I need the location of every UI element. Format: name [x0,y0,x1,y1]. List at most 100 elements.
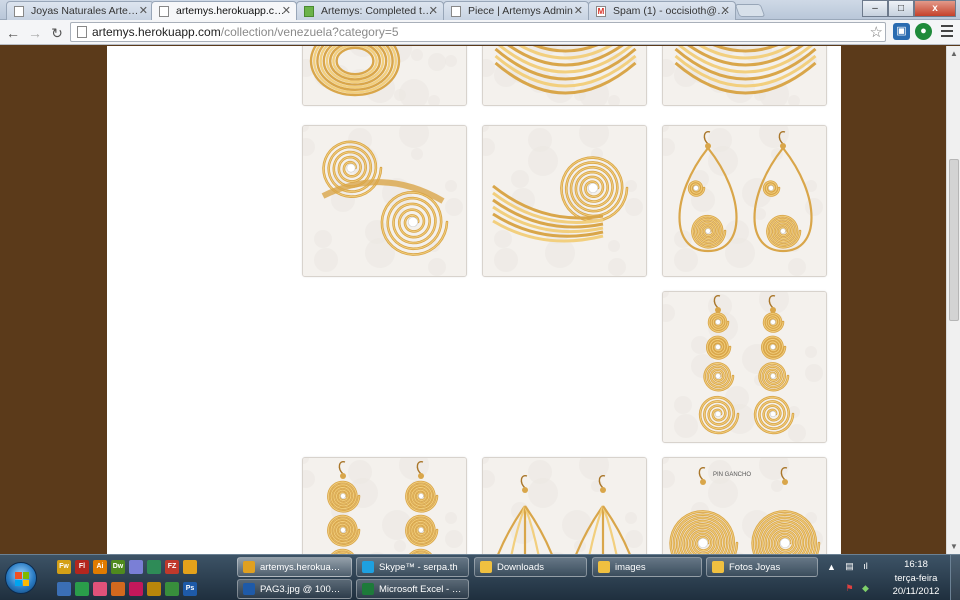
close-tab-icon[interactable]: ✕ [139,4,148,17]
taskbar-window-title: Microsoft Excel - Rel... [379,584,462,595]
jewelry-thumbnail[interactable] [482,125,647,277]
scrollbar-thumb[interactable] [949,159,959,321]
reload-icon[interactable]: ↻ [48,24,66,42]
clock-date: 20/11/2012 [892,586,940,597]
page-icon [14,6,24,17]
tab-title: artemys.herokuapp.com/c [176,5,290,17]
close-tab-icon[interactable]: ✕ [574,4,583,17]
signal-bars-icon[interactable]: ıl [860,561,871,572]
quick-launch-app-icon[interactable]: Dw [111,560,125,574]
page-viewport: PIN GANCHO [0,46,946,554]
close-tab-icon[interactable]: ✕ [282,4,291,17]
window-app-icon [712,561,724,573]
bookmark-star-icon[interactable]: ☆ [870,23,883,41]
taskbar-window-title: Downloads [497,562,544,573]
address-path: /collection/venezuela?category=5 [220,25,399,39]
sync-icon[interactable]: ◆ [860,583,871,594]
quick-launch-app-icon[interactable] [111,582,125,596]
maximize-button[interactable]: □ [888,0,914,17]
browser-toolbar: ← → ↻ artemys.herokuapp.com/collection/v… [0,20,960,45]
quick-launch-app-icon[interactable] [75,582,89,596]
jewelry-photo-earrings-triple-spiral [303,458,466,554]
quick-launch-app-icon[interactable]: Fl [75,560,89,574]
extension-screen-icon[interactable]: ▣ [893,23,910,40]
window-controls: – □ x [862,0,956,18]
page-icon [159,6,169,17]
quick-launch-app-icon[interactable] [129,560,143,574]
window-app-icon [598,561,610,573]
close-window-button[interactable]: x [914,0,956,17]
tab-joyas-naturales[interactable]: Joyas Naturales Artemys ✕ [6,1,154,20]
clock-time: 16:18 [904,559,928,570]
close-tab-icon[interactable]: ✕ [429,4,438,17]
quick-launch-app-icon[interactable] [129,582,143,596]
thumbnail-caption: PIN GANCHO [713,472,751,478]
minimize-button[interactable]: – [862,0,888,17]
taskbar-window-title: artemys.herokuapp.... [260,562,345,573]
close-tab-icon[interactable]: ✕ [721,4,730,17]
taskbar-window-button[interactable]: Fotos Joyas [706,557,818,577]
extension-lock-icon[interactable]: ● [915,23,932,40]
tab-artemys-admin[interactable]: Piece | Artemys Admin ✕ [443,1,589,20]
jewelry-photo-ring-spiral-side [483,126,646,276]
window-app-icon [243,583,255,595]
quick-launch-app-icon[interactable] [57,582,71,596]
quick-launch-app-icon[interactable] [183,560,197,574]
new-tab-button[interactable] [734,4,766,17]
system-clock[interactable]: 16:18 terça-feira 20/11/2012 [888,558,944,599]
jewelry-thumbnail[interactable] [302,457,467,554]
windows-taskbar: Fw Fl Ai Dw FZ Ps artemys.herokuapp.... Skype™… [0,554,960,600]
basecamp-icon [304,6,314,17]
jewelry-thumbnail[interactable]: PIN GANCHO [662,457,827,554]
address-bar[interactable]: artemys.herokuapp.com/collection/venezue… [70,22,886,42]
tab-artemys-collection[interactable]: artemys.herokuapp.com/c ✕ [151,1,297,20]
jewelry-photo-earrings-teardrop [663,126,826,276]
tab-artemys-todos[interactable]: Artemys: Completed to-d ✕ [296,1,444,20]
jewelry-thumbnail[interactable] [662,125,827,277]
tab-title: Piece | Artemys Admin [468,5,573,17]
taskbar-window-button[interactable]: Downloads [474,557,587,577]
network-adapter-icon[interactable]: ▤ [844,561,855,572]
jewelry-thumbnail[interactable] [662,46,827,106]
tab-gmail-spam[interactable]: M Spam (1) - occisioth@gm ✕ [588,1,736,20]
taskbar-window-button[interactable]: Skype™ - serpa.th [356,557,469,577]
start-button[interactable] [5,562,37,594]
quick-launch-app-icon[interactable]: Ps [183,582,197,596]
jewelry-thumbnail[interactable] [302,46,467,106]
action-center-flag-icon[interactable]: ⚑ [844,583,855,594]
window-app-icon [362,561,374,573]
tab-title: Spam (1) - occisioth@gm [613,5,729,17]
taskbar-window-button[interactable]: images [592,557,702,577]
quick-launch-app-icon[interactable] [165,582,179,596]
jewelry-photo-earring-long-spiral [663,292,826,442]
back-arrow-icon[interactable]: ← [4,24,22,42]
jewelry-thumbnail[interactable] [482,457,647,554]
taskbar-window-button[interactable]: PAG3.jpg @ 100% (L... [237,579,352,599]
forward-arrow-icon[interactable]: → [26,24,44,42]
quick-launch-app-icon[interactable] [147,582,161,596]
taskbar-window-title: Fotos Joyas [729,562,781,573]
jewelry-photo-earrings-fan [483,458,646,554]
taskbar-window-title: images [615,562,646,573]
jewelry-thumbnail[interactable] [662,291,827,443]
quick-launch-app-icon[interactable] [147,560,161,574]
taskbar-window-button[interactable]: Microsoft Excel - Rel... [356,579,469,599]
quick-launch-app-icon[interactable]: Fw [57,560,71,574]
quick-launch-app-icon[interactable]: FZ [165,560,179,574]
taskbar-window-button[interactable]: artemys.herokuapp.... [237,557,352,577]
show-desktop-button[interactable] [950,555,960,600]
browser-menu-icon[interactable] [941,25,953,40]
show-hidden-icons-arrow[interactable]: ▲ [826,562,837,573]
quick-launch-app-icon[interactable] [93,582,107,596]
scroll-up-icon[interactable]: ▲ [950,49,958,58]
scroll-down-icon[interactable]: ▼ [950,542,958,551]
vertical-scrollbar[interactable]: ▲ ▼ [946,46,960,554]
jewelry-photo-bracelet-top [483,46,646,105]
page-icon [77,26,87,38]
jewelry-thumbnail[interactable] [482,46,647,106]
window-app-icon [243,561,255,573]
jewelry-thumbnail[interactable] [302,125,467,277]
taskbar-window-title: PAG3.jpg @ 100% (L... [260,584,345,595]
page-icon [451,6,461,17]
quick-launch-app-icon[interactable]: Ai [93,560,107,574]
